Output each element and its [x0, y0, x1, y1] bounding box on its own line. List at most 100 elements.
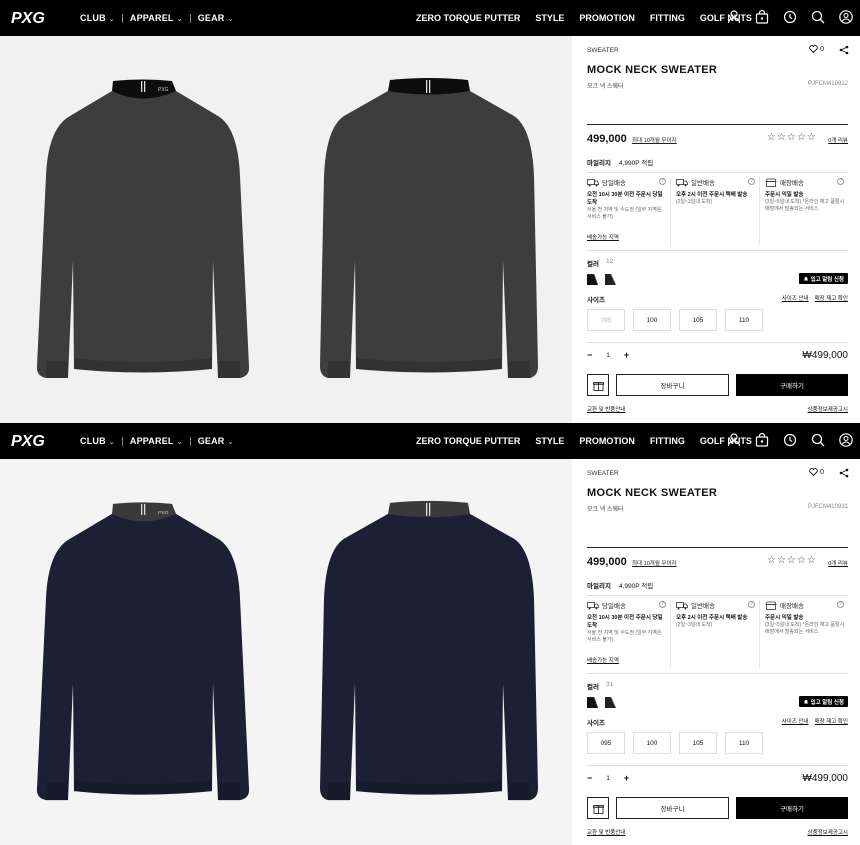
reviews-link[interactable]: 0개 리뷰 [828, 136, 848, 144]
menu-promotion[interactable]: PROMOTION [579, 436, 635, 446]
product-image-back[interactable] [286, 459, 572, 845]
truck-icon [587, 601, 599, 609]
shipping-title: 당일배송 [602, 180, 626, 187]
search-icon[interactable] [810, 432, 826, 448]
menu-zero-torque-putter[interactable]: ZERO TORQUE PUTTER [416, 13, 520, 23]
size-option-100[interactable]: 100 [633, 732, 671, 754]
shipping-options: 당일배송 ? 오전 10시 30분 이전 주문시 당일도착 서울 전 지역 및 … [587, 177, 848, 245]
restock-alert-button[interactable]: 입고 알림 신청 [798, 273, 848, 284]
product-info-notice-link[interactable]: 상품정보제공고시 [808, 405, 848, 413]
buy-now-button[interactable]: 구매하기 [736, 797, 848, 819]
total-price: ₩499,000 [802, 350, 848, 361]
bag-icon[interactable] [754, 432, 770, 448]
share-icon[interactable] [839, 468, 849, 478]
product-info-notice-link[interactable]: 상품정보제공고시 [808, 828, 848, 836]
color-swatch-navy[interactable] [605, 274, 616, 285]
restock-alert-button[interactable]: 입고 알림 신청 [798, 696, 848, 707]
mileage-value: 4,990P 적립 [619, 160, 654, 167]
pxg-logo[interactable]: PXG [10, 8, 46, 26]
menu-gear[interactable]: GEAR ⌄ [198, 436, 234, 446]
menu-gear[interactable]: GEAR ⌄ [198, 13, 234, 23]
plus-icon[interactable]: + [624, 350, 629, 360]
store-stock-link[interactable]: 매장 재고 확인 [815, 717, 848, 725]
menu-fitting[interactable]: FITTING [650, 13, 685, 23]
installment-link[interactable]: 최대 10개월 무이자 [632, 136, 677, 144]
color-swatch-black[interactable] [587, 274, 598, 285]
chevron-down-icon: ⌄ [176, 438, 183, 446]
shipping-detail: 서울 전 지역 및 수도권 (일부 지역은 서비스 불가) [587, 207, 662, 220]
exchange-return-link[interactable]: 교환 및 반품안내 [587, 828, 625, 836]
add-to-cart-button[interactable]: 장바구니 [616, 797, 729, 819]
like-button[interactable]: 0 [809, 45, 824, 53]
menu-divider [189, 13, 191, 23]
installment-link[interactable]: 최대 10개월 무이자 [632, 559, 677, 567]
pxg-logo[interactable]: PXG [10, 431, 46, 449]
like-button[interactable]: 0 [809, 468, 824, 476]
product-image-back[interactable] [286, 36, 572, 423]
menu-label: GEAR [197, 13, 225, 23]
shipping-area-link[interactable]: 배송가능 지역 [587, 233, 619, 241]
help-icon[interactable]: ? [837, 601, 844, 608]
minus-icon[interactable]: − [587, 350, 592, 360]
size-option-110[interactable]: 110 [725, 309, 763, 331]
product-image-front[interactable]: PXG [0, 36, 286, 423]
sweater-back-image [320, 500, 538, 801]
size-option-105[interactable]: 105 [679, 309, 717, 331]
minus-icon[interactable]: − [587, 773, 592, 783]
mileage-value: 4,990P 적립 [619, 583, 654, 590]
size-option-095[interactable]: 095 [587, 732, 625, 754]
menu-style[interactable]: STYLE [535, 436, 564, 446]
history-icon[interactable] [782, 9, 798, 25]
menu-zero-torque-putter[interactable]: ZERO TORQUE PUTTER [416, 436, 520, 446]
gift-button[interactable] [587, 374, 609, 396]
user-icon[interactable] [726, 9, 742, 25]
size-guide-link[interactable]: 사이즈 안내 [782, 717, 809, 725]
store-stock-link[interactable]: 매장 재고 확인 [815, 294, 848, 302]
product-image-front[interactable]: PXG [0, 459, 286, 845]
help-icon[interactable]: ? [748, 601, 755, 608]
user-icon[interactable] [726, 432, 742, 448]
plus-icon[interactable]: + [624, 773, 629, 783]
mileage-label: 마일리지 [587, 583, 611, 590]
size-options: 095 100 105 110 [587, 732, 763, 754]
account-icon[interactable] [838, 432, 854, 448]
buy-now-button[interactable]: 구매하기 [736, 374, 848, 396]
size-option-100[interactable]: 100 [633, 309, 671, 331]
shipping-area-link[interactable]: 배송가능 지역 [587, 656, 619, 664]
menu-promotion[interactable]: PROMOTION [579, 13, 635, 23]
product-name-korean: 모크 넥 스웨터 [587, 507, 624, 513]
size-option-105[interactable]: 105 [679, 732, 717, 754]
share-icon[interactable] [839, 45, 849, 55]
menu-club[interactable]: CLUB ⌄ [80, 436, 115, 446]
search-icon[interactable] [810, 9, 826, 25]
menu-style[interactable]: STYLE [535, 13, 564, 23]
add-to-cart-button[interactable]: 장바구니 [616, 374, 729, 396]
help-icon[interactable]: ? [659, 178, 666, 185]
size-guide-link[interactable]: 사이즈 안내 [782, 294, 809, 302]
color-swatch-navy[interactable] [605, 697, 616, 708]
menu-club[interactable]: CLUB ⌄ [80, 13, 115, 23]
product-name: MOCK NECK SWEATER [587, 64, 718, 76]
shipping-header: 일반배송 [676, 600, 756, 610]
history-icon[interactable] [782, 432, 798, 448]
bag-icon[interactable] [754, 9, 770, 25]
help-icon[interactable]: ? [748, 178, 755, 185]
menu-apparel[interactable]: APPAREL ⌄ [130, 13, 183, 23]
gift-button[interactable] [587, 797, 609, 819]
reviews-link[interactable]: 0개 리뷰 [828, 559, 848, 567]
account-icon[interactable] [838, 9, 854, 25]
rating-stars: ☆☆☆☆☆ [767, 555, 817, 566]
help-icon[interactable]: ? [837, 178, 844, 185]
like-count: 0 [820, 45, 824, 53]
quantity-value: 1 [606, 774, 610, 782]
menu-fitting[interactable]: FITTING [650, 436, 685, 446]
menu-apparel[interactable]: APPAREL ⌄ [130, 436, 183, 446]
size-option-095[interactable]: 095 [587, 309, 625, 331]
exchange-return-link[interactable]: 교환 및 반품안내 [587, 405, 625, 413]
shipping-main: 오후 2시 이전 주문시 택배 발송 [676, 615, 748, 621]
color-swatch-black[interactable] [587, 697, 598, 708]
shipping-store: 매장배송 ? 주문시 익일 발송 (3일~5일내 도착) *온라인 재고 품절시… [760, 177, 848, 245]
truck-icon [676, 601, 688, 609]
size-option-110[interactable]: 110 [725, 732, 763, 754]
help-icon[interactable]: ? [659, 601, 666, 608]
